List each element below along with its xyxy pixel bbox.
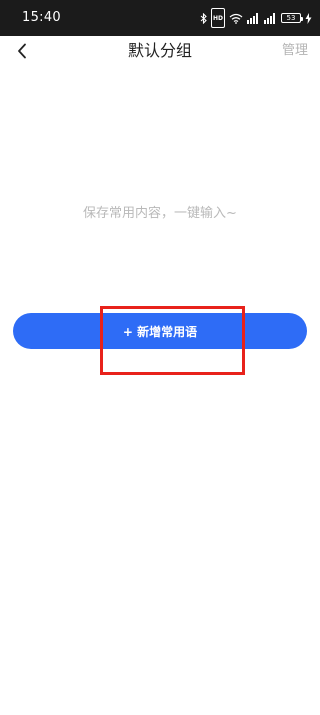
back-button[interactable] [8,36,36,66]
bluetooth-icon [200,9,207,27]
charging-icon [305,9,312,27]
status-time: 15:40 [22,10,61,25]
battery-level: 53 [286,14,296,22]
chevron-left-icon [18,43,26,59]
add-phrase-label: + 新增常用语 [122,324,198,339]
battery-icon: 53 [281,13,303,23]
page-title: 默认分组 [127,41,192,60]
status-icons: HD 53 [200,8,312,28]
wifi-icon [229,9,243,27]
empty-state-message: 保存常用内容，一键输入~ [83,206,237,221]
status-bar: 15:40 HD 53 [0,0,320,36]
manage-button[interactable]: 管理 [282,36,308,66]
add-phrase-button[interactable]: + 新增常用语 [13,313,307,349]
signal-icon-1 [247,9,260,27]
hd-icon: HD [210,8,225,28]
signal-icon-2 [264,9,277,27]
header: 默认分组 管理 [0,36,320,66]
